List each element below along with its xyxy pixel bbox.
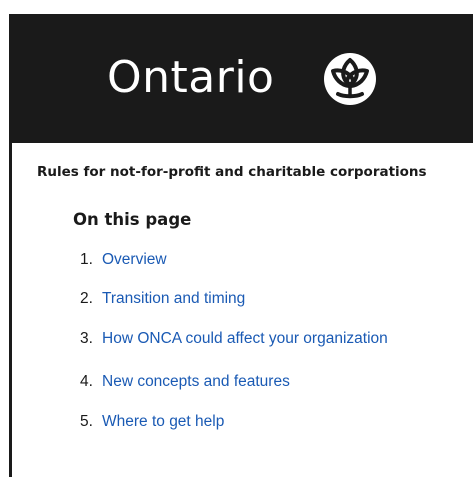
toc-item-number: 5. bbox=[80, 413, 93, 430]
toc-item-transition: 2. Transition and timing bbox=[80, 289, 245, 309]
toc-item-number: 3. bbox=[80, 330, 93, 347]
toc-item-get-help: 5. Where to get help bbox=[80, 412, 224, 432]
page-frame: Ontario Rules for not-for-profit and cha… bbox=[0, 0, 473, 477]
toc-item-onca-impact: 3. How ONCA could affect your organizatio… bbox=[80, 329, 388, 349]
toc-link-get-help[interactable]: Where to get help bbox=[102, 413, 224, 430]
toc-link-new-concepts[interactable]: New concepts and features bbox=[102, 373, 290, 390]
left-border bbox=[9, 14, 12, 477]
site-header: Ontario bbox=[9, 14, 473, 143]
top-margin bbox=[0, 0, 473, 14]
trillium-logo-icon[interactable] bbox=[322, 51, 378, 107]
toc-link-transition[interactable]: Transition and timing bbox=[102, 290, 245, 307]
toc-item-number: 1. bbox=[80, 251, 93, 268]
toc-link-onca-impact[interactable]: How ONCA could affect your organization bbox=[102, 330, 388, 347]
toc-title: On this page bbox=[73, 210, 192, 229]
toc-item-number: 2. bbox=[80, 290, 93, 307]
ontario-logo-text[interactable]: Ontario bbox=[107, 56, 274, 100]
toc-item-new-concepts: 4. New concepts and features bbox=[80, 372, 290, 392]
toc-item-number: 4. bbox=[80, 373, 93, 390]
toc-link-overview[interactable]: Overview bbox=[102, 251, 167, 268]
toc-item-overview: 1. Overview bbox=[80, 250, 167, 270]
page-title: Rules for not-for-profit and charitable … bbox=[37, 164, 427, 180]
